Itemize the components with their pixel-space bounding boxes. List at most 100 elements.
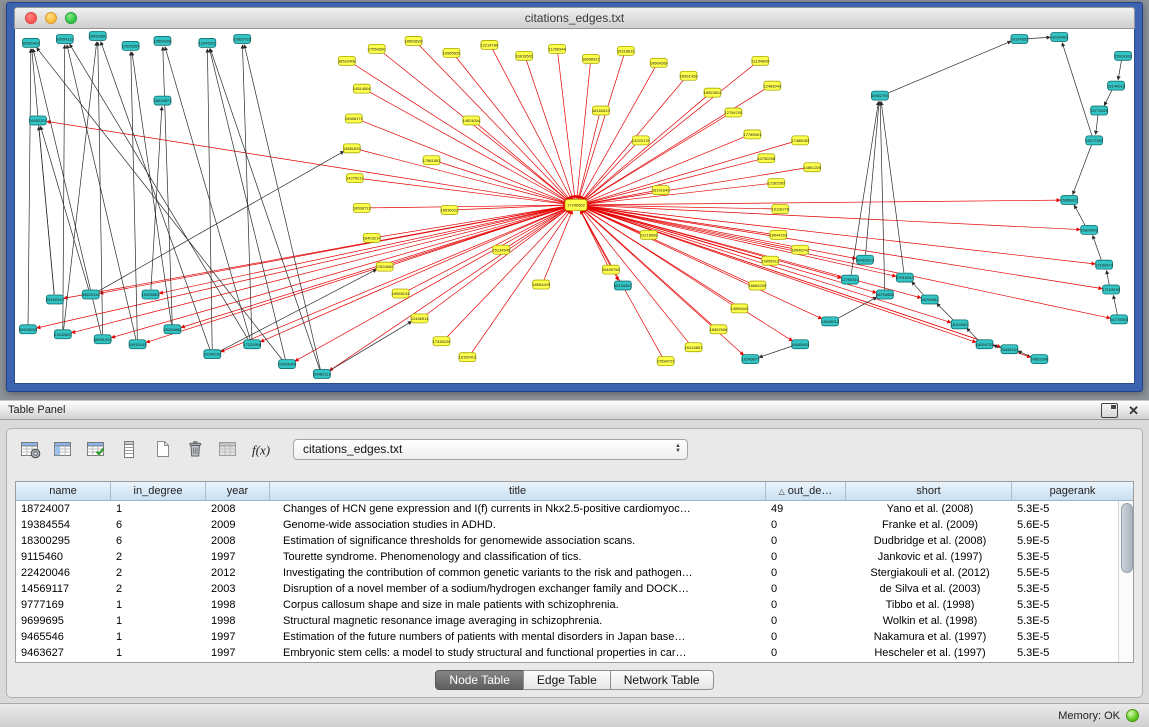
graph-node[interactable]: 10790298 xyxy=(757,154,775,163)
graph-node[interactable]: 14524004 xyxy=(463,116,481,125)
edge[interactable] xyxy=(1106,270,1109,284)
graph-node[interactable]: 18544203 xyxy=(769,230,787,239)
graph-node[interactable]: 15905561 xyxy=(142,290,160,299)
edge[interactable] xyxy=(221,207,570,352)
tab-edge-table[interactable]: Edge Table xyxy=(523,670,611,690)
edge[interactable] xyxy=(558,54,575,199)
tab-network-table[interactable]: Network Table xyxy=(610,670,714,690)
table-row[interactable]: 911546021997Tourette syndrome. Phenomeno… xyxy=(16,549,1118,565)
graph-node[interactable]: 15144019 xyxy=(1107,81,1125,90)
graph-node[interactable]: 16462019 xyxy=(856,255,874,264)
graph-node[interactable]: 12160472 xyxy=(1095,260,1113,269)
edge[interactable] xyxy=(583,207,976,343)
table-row[interactable]: 2242004622012Investigating the contribut… xyxy=(16,565,1118,581)
edge[interactable] xyxy=(71,206,569,333)
graph-node[interactable]: 13220178 xyxy=(632,136,650,145)
edge[interactable] xyxy=(526,61,573,200)
network-canvas[interactable]: 17240502 18522408 17554300 16583028 1996… xyxy=(14,29,1135,384)
graph-node[interactable]: 19554208 xyxy=(154,36,172,45)
graph-node[interactable]: 17120998 xyxy=(243,340,261,349)
graph-node[interactable]: 18522408 xyxy=(338,56,356,65)
table-row[interactable]: 946554611997Estimation of the future num… xyxy=(16,629,1118,645)
graph-node[interactable]: 12045911 xyxy=(199,38,217,47)
graph-node[interactable]: 19462794 xyxy=(871,91,889,100)
graph-node[interactable]: 15134545 xyxy=(492,245,510,254)
edge[interactable] xyxy=(37,206,569,328)
edge[interactable] xyxy=(101,42,210,350)
graph-node[interactable]: 14275211 xyxy=(346,174,364,183)
table-row[interactable]: 946362711997Embryonic stem cells: a mode… xyxy=(16,645,1118,661)
function-builder-icon[interactable]: f(x) xyxy=(248,437,274,461)
edge[interactable] xyxy=(210,49,286,360)
table-row[interactable]: 1830029562008Estimation of significance … xyxy=(16,533,1118,549)
graph-node[interactable]: 25160334 xyxy=(46,295,64,304)
graph-node[interactable]: 18367608 xyxy=(710,325,728,334)
graph-node[interactable]: 18530022 xyxy=(441,206,459,215)
graph-node[interactable]: 18698321 xyxy=(582,54,600,63)
graph-node[interactable]: 18536711 xyxy=(353,204,371,213)
table-selector-dropdown[interactable]: citations_edges.txt ▲▼ xyxy=(293,439,688,460)
table-edit-icon[interactable] xyxy=(83,437,109,461)
graph-node[interactable]: 17025354 xyxy=(122,41,140,50)
edge[interactable] xyxy=(1118,61,1121,80)
network-graph[interactable]: 17240502 18522408 17554300 16583028 1996… xyxy=(15,29,1134,383)
edge[interactable] xyxy=(32,49,55,295)
graph-node[interactable]: 18923514 xyxy=(704,88,722,97)
float-panel-button[interactable] xyxy=(1101,403,1118,418)
graph-node[interactable]: 15451890 xyxy=(89,31,107,40)
graph-node[interactable]: 13045912 xyxy=(821,317,839,326)
graph-node[interactable]: 12446511 xyxy=(411,314,429,323)
graph-node[interactable]: 12216008 xyxy=(640,230,658,239)
graph-node[interactable]: 17335229 xyxy=(433,337,451,346)
network-window-titlebar[interactable]: citations_edges.txt xyxy=(14,7,1135,29)
graph-node[interactable]: 19088171 xyxy=(345,114,363,123)
network-view-window[interactable]: citations_edges.txt 17240502 18522408 17… xyxy=(6,2,1143,392)
graph-node[interactable]: 16403214 xyxy=(363,233,381,242)
graph-node[interactable]: 18529114 xyxy=(82,290,100,299)
graph-node[interactable]: 16583028 xyxy=(405,36,423,45)
edge[interactable] xyxy=(886,41,1011,94)
edge[interactable] xyxy=(881,101,904,272)
graph-node[interactable]: 16619501 xyxy=(515,51,533,60)
edge[interactable] xyxy=(1096,115,1098,134)
edge[interactable] xyxy=(37,48,283,361)
edge[interactable] xyxy=(28,49,31,324)
edge[interactable] xyxy=(111,206,569,337)
column-header-short[interactable]: short xyxy=(846,482,1012,500)
graph-node[interactable]: 26033871 xyxy=(154,96,172,105)
edge[interactable] xyxy=(580,67,655,200)
graph-node[interactable]: 17824082 xyxy=(376,262,394,271)
close-panel-button[interactable]: ✕ xyxy=(1128,404,1139,417)
graph-node[interactable]: 14514004 xyxy=(353,84,371,93)
column-header-pagerank[interactable]: pagerank xyxy=(1012,482,1133,500)
graph-node[interactable]: 67919244 xyxy=(896,273,914,282)
graph-node[interactable]: 12483043 xyxy=(763,81,781,90)
graph-node[interactable]: 16824601 xyxy=(1080,225,1098,234)
graph-node[interactable]: 19915103 xyxy=(129,340,147,349)
graph-node[interactable]: 15495758 xyxy=(602,265,620,274)
graph-node[interactable]: 19245877 xyxy=(742,355,760,364)
edge[interactable] xyxy=(207,49,212,349)
edge[interactable] xyxy=(585,184,769,205)
edge[interactable] xyxy=(880,102,885,290)
graph-node[interactable]: 20415344 xyxy=(278,360,296,369)
edge[interactable] xyxy=(471,210,570,353)
edge[interactable] xyxy=(1074,205,1085,226)
graph-node[interactable]: 18104907 xyxy=(951,320,969,329)
tab-node-table[interactable]: Node Table xyxy=(435,670,524,690)
edge[interactable] xyxy=(583,206,1111,318)
graph-node[interactable]: 16961428 xyxy=(680,71,698,80)
graph-node[interactable]: 20654112 xyxy=(56,34,73,43)
table-settings-icon[interactable] xyxy=(17,437,43,461)
graph-node[interactable]: 20154237 xyxy=(203,350,221,359)
table-row[interactable]: 1938455462009Genome-wide association stu… xyxy=(16,517,1118,533)
graph-node[interactable]: 16116278 xyxy=(772,205,790,214)
graph-node[interactable]: 24502998 xyxy=(1030,355,1048,364)
graph-node[interactable]: 26124553 xyxy=(1011,34,1029,43)
graph-node[interactable]: 14595043 xyxy=(731,304,749,313)
edge[interactable] xyxy=(438,162,567,203)
graph-node[interactable]: 16094733 xyxy=(976,340,994,349)
graph-node[interactable]: 19955412 xyxy=(761,256,779,265)
table-row[interactable]: 969969511998Structural magnetic resonanc… xyxy=(16,613,1118,629)
graph-node[interactable]: 19955134 xyxy=(392,289,410,298)
